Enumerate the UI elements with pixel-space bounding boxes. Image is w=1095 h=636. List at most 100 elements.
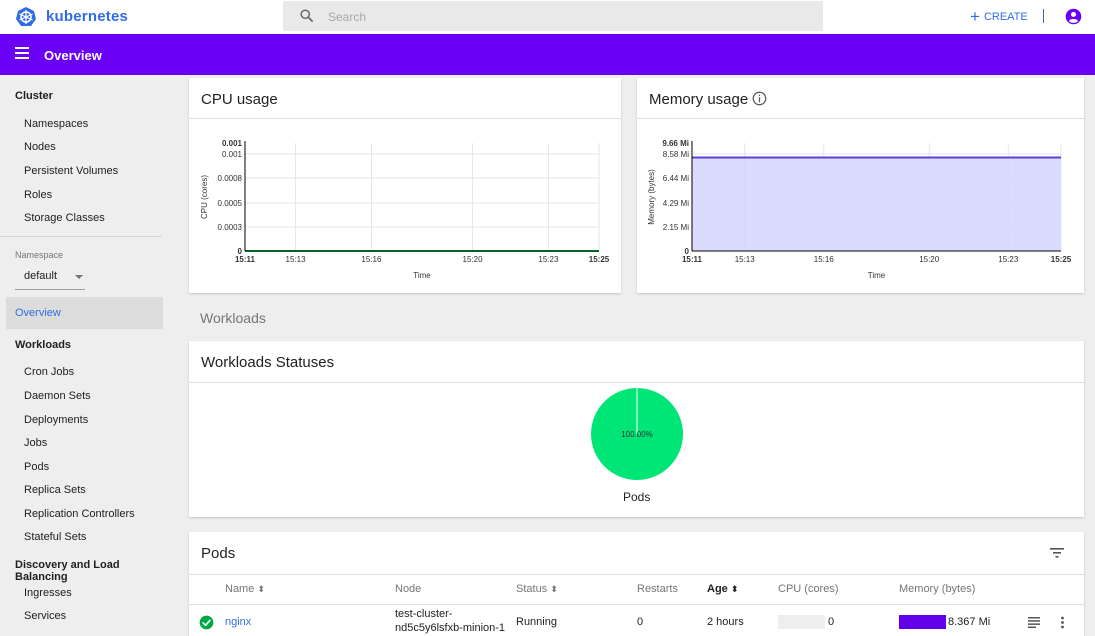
sidebar-item-deployments[interactable]: Deployments — [24, 414, 88, 426]
cpu-usage-bar — [778, 615, 825, 629]
x-tick-label: 15:20 — [919, 255, 940, 264]
kubernetes-logo-icon[interactable] — [15, 6, 37, 28]
page-header-band: Overview — [0, 34, 1095, 75]
workloads-statuses-card: Workloads Statuses 100.00% Pods — [189, 341, 1084, 517]
top-bar: kubernetes + CREATE — [0, 0, 1095, 34]
x-tick-label: 15:16 — [361, 255, 382, 264]
sidebar-item-cron-jobs[interactable]: Cron Jobs — [24, 366, 74, 378]
x-tick-label: 15:11 — [235, 255, 256, 264]
x-tick-label: 15:20 — [463, 255, 484, 264]
y-tick-label: 8.58 Mi — [663, 150, 689, 159]
x-tick-label: 15:23 — [538, 255, 559, 264]
pod-node-line2: nd5c5y6lsfxb-minion-1 — [395, 622, 506, 634]
account-icon[interactable] — [1065, 8, 1082, 25]
column-header-age[interactable]: Age ⬍ — [707, 583, 738, 595]
sidebar-item-label: Overview — [15, 307, 61, 319]
y-axis-label: CPU (cores) — [200, 175, 209, 219]
memory-usage-bar — [899, 615, 946, 629]
create-button[interactable]: + CREATE — [970, 8, 1028, 26]
x-tick-label: 15:25 — [1051, 255, 1072, 264]
y-tick-label: 6.44 Mi — [663, 174, 689, 183]
y-tick-label: 9.66 Mi — [662, 139, 689, 148]
info-icon[interactable] — [752, 91, 767, 106]
memory-usage-card: Memory usage 0 2.15 Mi 4.29 Mi 6.44 Mi 8.58 … — [637, 78, 1084, 293]
pods-card-title: Pods — [201, 545, 236, 562]
toolbar-divider — [1043, 9, 1044, 23]
pod-name-link[interactable]: nginx — [225, 616, 251, 628]
sidebar-item-persistent-volumes[interactable]: Persistent Volumes — [24, 165, 118, 177]
sidebar-item-roles[interactable]: Roles — [24, 189, 52, 201]
more-vert-icon[interactable] — [1060, 616, 1065, 629]
column-header-node: Node — [395, 583, 422, 595]
pod-status: Running — [516, 616, 557, 628]
y-tick-label: 0.001 — [222, 150, 243, 159]
y-tick-label: 2.15 Mi — [663, 223, 689, 232]
cpu-card-title: CPU usage — [201, 91, 278, 108]
pod-age: 2 hours — [707, 616, 744, 628]
sidebar-item-replication-controllers[interactable]: Replication Controllers — [24, 508, 135, 520]
namespace-label: Namespace — [15, 250, 64, 260]
sidebar-item-nodes[interactable]: Nodes — [24, 141, 56, 153]
filter-icon[interactable] — [1050, 547, 1064, 559]
menu-icon[interactable] — [15, 47, 29, 59]
sort-icon: ⬍ — [730, 584, 739, 594]
x-tick-label: 15:11 — [682, 255, 703, 264]
column-header-status[interactable]: Status ⬍ — [516, 583, 558, 595]
sidebar-item-overview[interactable]: Overview — [6, 297, 163, 329]
table-header-divider — [189, 604, 1084, 605]
check-circle-icon — [199, 615, 214, 630]
y-tick-label: 0.0005 — [218, 199, 243, 208]
sidebar-heading-cluster[interactable]: Cluster — [15, 90, 53, 102]
card-divider — [189, 382, 1084, 383]
x-axis-label: Time — [413, 271, 431, 280]
x-tick-label: 15:16 — [814, 255, 835, 264]
sidebar-item-storage-classes[interactable]: Storage Classes — [24, 212, 105, 224]
sidebar-item-services[interactable]: Services — [24, 610, 66, 622]
column-header-cpu: CPU (cores) — [778, 583, 839, 595]
column-header-memory: Memory (bytes) — [899, 583, 976, 595]
chevron-down-icon — [75, 275, 83, 279]
search-input[interactable] — [328, 8, 808, 25]
y-tick-label: 4.29 Mi — [663, 199, 689, 208]
sort-icon: ⬍ — [257, 584, 265, 594]
pod-memory: 8.367 Mi — [948, 616, 991, 628]
card-divider — [189, 574, 1084, 575]
sort-icon: ⬍ — [550, 584, 558, 594]
pods-status-pie-chart: 100.00% — [591, 388, 683, 480]
cpu-usage-chart: 00.00030.00050.00080.0010.00115:11 15:13 1… — [200, 139, 610, 280]
y-tick-label: 0.0008 — [218, 174, 243, 183]
sidebar-item-ingresses[interactable]: Ingresses — [24, 587, 72, 599]
statuses-card-title: Workloads Statuses — [201, 354, 335, 371]
namespace-value: default — [24, 270, 58, 282]
brand-name[interactable]: kubernetes — [46, 8, 128, 25]
page-title: Overview — [44, 48, 102, 63]
sidebar-item-replica-sets[interactable]: Replica Sets — [24, 484, 86, 496]
sidebar-item-jobs[interactable]: Jobs — [24, 437, 47, 449]
namespace-select[interactable]: default — [15, 268, 85, 290]
create-label: CREATE — [983, 11, 1028, 23]
pod-node-line1: test-cluster- — [395, 608, 453, 620]
y-tick-label: 0.0003 — [218, 223, 243, 232]
x-tick-label: 15:13 — [735, 255, 756, 264]
sidebar-heading-discovery[interactable]: Discovery and Load Balancing — [15, 559, 175, 583]
column-header-name[interactable]: Name ⬍ — [225, 583, 265, 595]
sidebar: Cluster Namespaces Nodes Persistent Volu… — [0, 75, 175, 636]
cpu-usage-card: CPU usage 0 0.0003 0.0005 0.0008 0.001 0.001 1… — [189, 78, 621, 293]
search-bar[interactable] — [283, 1, 823, 31]
logs-icon[interactable] — [1028, 617, 1040, 628]
sidebar-item-stateful-sets[interactable]: Stateful Sets — [24, 531, 86, 543]
sidebar-item-daemon-sets[interactable]: Daemon Sets — [24, 390, 91, 402]
memory-usage-chart: 02.15 Mi4.29 Mi6.44 Mi8.58 Mi9.66 Mi15:1… — [647, 139, 1072, 280]
pod-cpu: 0 — [828, 616, 835, 628]
series-area — [692, 157, 1061, 251]
y-axis-label: Memory (bytes) — [647, 169, 656, 225]
x-axis-label: Time — [868, 271, 886, 280]
x-tick-label: 15:23 — [998, 255, 1019, 264]
column-header-restarts: Restarts — [637, 583, 678, 595]
sidebar-item-pods[interactable]: Pods — [24, 461, 49, 473]
sidebar-item-namespaces[interactable]: Namespaces — [24, 118, 88, 130]
pie-caption: Pods — [623, 490, 651, 504]
sidebar-divider — [0, 236, 162, 237]
plus-icon: + — [970, 7, 980, 26]
sidebar-heading-workloads[interactable]: Workloads — [15, 339, 71, 351]
